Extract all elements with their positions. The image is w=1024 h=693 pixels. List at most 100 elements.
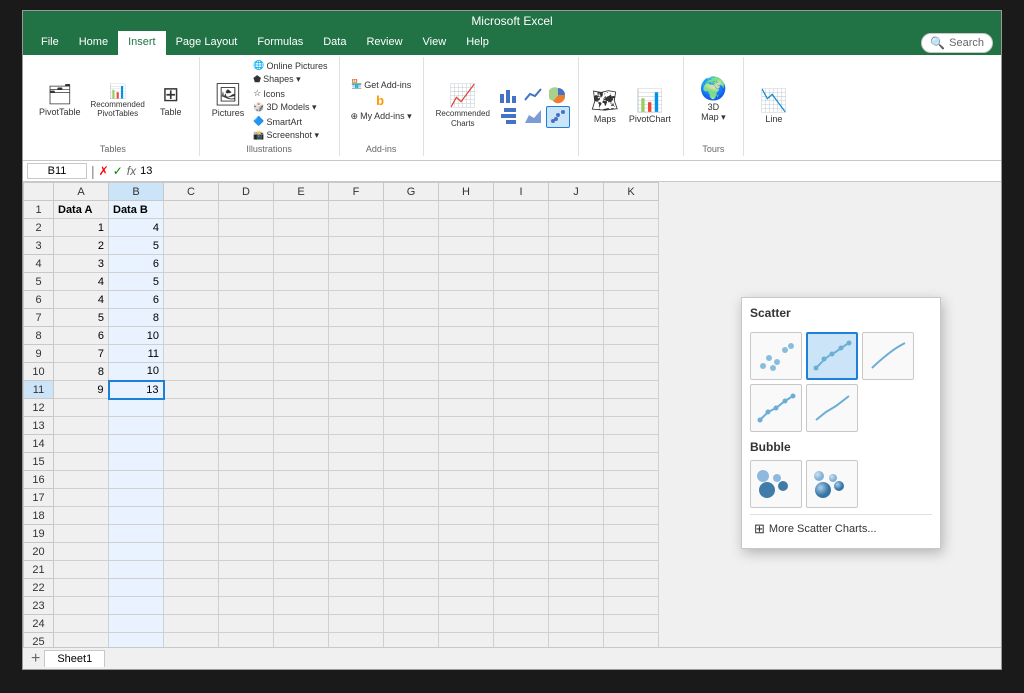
cell-r23-c7[interactable]	[439, 597, 494, 615]
cell-r11-c0[interactable]: 9	[54, 381, 109, 399]
cell-r19-c5[interactable]	[329, 525, 384, 543]
col-header-F[interactable]: F	[329, 183, 384, 201]
row-header-18[interactable]: 18	[24, 507, 54, 525]
cell-r2-c10[interactable]	[604, 219, 659, 237]
cell-r16-c10[interactable]	[604, 471, 659, 489]
tab-help[interactable]: Help	[456, 31, 499, 55]
cell-r15-c7[interactable]	[439, 453, 494, 471]
cell-r8-c9[interactable]	[549, 327, 604, 345]
tab-formulas[interactable]: Formulas	[247, 31, 313, 55]
cell-r9-c3[interactable]	[219, 345, 274, 363]
cell-r5-c7[interactable]	[439, 273, 494, 291]
cell-r11-c3[interactable]	[219, 381, 274, 399]
cell-r22-c5[interactable]	[329, 579, 384, 597]
cell-r6-c7[interactable]	[439, 291, 494, 309]
cell-r7-c0[interactable]: 5	[54, 309, 109, 327]
cell-r3-c9[interactable]	[549, 237, 604, 255]
cell-r18-c3[interactable]	[219, 507, 274, 525]
cell-r5-c4[interactable]	[274, 273, 329, 291]
scatter-smooth-markers-btn[interactable]	[806, 332, 858, 380]
cell-r14-c10[interactable]	[604, 435, 659, 453]
cell-r11-c7[interactable]	[439, 381, 494, 399]
cell-r2-c2[interactable]	[164, 219, 219, 237]
cell-r22-c4[interactable]	[274, 579, 329, 597]
cell-r13-c7[interactable]	[439, 417, 494, 435]
cell-r4-c1[interactable]: 6	[109, 255, 164, 273]
cell-r1-c9[interactable]	[549, 201, 604, 219]
cell-r1-c6[interactable]	[384, 201, 439, 219]
row-header-19[interactable]: 19	[24, 525, 54, 543]
col-header-A[interactable]: A	[54, 183, 109, 201]
cell-r9-c10[interactable]	[604, 345, 659, 363]
cell-r4-c4[interactable]	[274, 255, 329, 273]
cell-r22-c1[interactable]	[109, 579, 164, 597]
cell-r8-c8[interactable]	[494, 327, 549, 345]
tab-view[interactable]: View	[413, 31, 457, 55]
cell-r23-c3[interactable]	[219, 597, 274, 615]
cell-r4-c3[interactable]	[219, 255, 274, 273]
cell-r3-c1[interactable]: 5	[109, 237, 164, 255]
cell-r8-c2[interactable]	[164, 327, 219, 345]
cell-r3-c2[interactable]	[164, 237, 219, 255]
cell-r21-c2[interactable]	[164, 561, 219, 579]
col-header-H[interactable]: H	[439, 183, 494, 201]
cell-r17-c3[interactable]	[219, 489, 274, 507]
cell-r5-c5[interactable]	[329, 273, 384, 291]
cell-r5-c3[interactable]	[219, 273, 274, 291]
cell-r8-c3[interactable]	[219, 327, 274, 345]
cell-r17-c4[interactable]	[274, 489, 329, 507]
cell-r10-c5[interactable]	[329, 363, 384, 381]
cell-r7-c4[interactable]	[274, 309, 329, 327]
cell-r15-c3[interactable]	[219, 453, 274, 471]
cell-r1-c4[interactable]	[274, 201, 329, 219]
cell-r3-c10[interactable]	[604, 237, 659, 255]
pictures-button[interactable]: 🖼 Pictures	[208, 82, 249, 120]
cell-r20-c9[interactable]	[549, 543, 604, 561]
cell-r13-c8[interactable]	[494, 417, 549, 435]
cell-r17-c2[interactable]	[164, 489, 219, 507]
cell-r15-c6[interactable]	[384, 453, 439, 471]
cell-r21-c4[interactable]	[274, 561, 329, 579]
cell-r12-c5[interactable]	[329, 399, 384, 417]
maps-button[interactable]: 🗺 Maps	[587, 88, 623, 126]
cell-r19-c8[interactable]	[494, 525, 549, 543]
cell-r16-c6[interactable]	[384, 471, 439, 489]
cell-r20-c3[interactable]	[219, 543, 274, 561]
row-header-6[interactable]: 6	[24, 291, 54, 309]
bar-chart-button[interactable]	[496, 106, 520, 128]
cell-r6-c4[interactable]	[274, 291, 329, 309]
search-label[interactable]: Search	[949, 37, 984, 49]
cell-r22-c9[interactable]	[549, 579, 604, 597]
cell-r25-c3[interactable]	[219, 633, 274, 648]
formula-input[interactable]	[140, 165, 997, 177]
cell-r19-c9[interactable]	[549, 525, 604, 543]
cell-r5-c8[interactable]	[494, 273, 549, 291]
cell-r13-c9[interactable]	[549, 417, 604, 435]
pivot-table-button[interactable]: 🗂 PivotTable	[35, 83, 85, 119]
cell-r25-c6[interactable]	[384, 633, 439, 648]
bubble-chart-btn[interactable]	[750, 460, 802, 508]
my-addins-button[interactable]: ⊕ My Add-ins ▾	[348, 110, 415, 123]
cell-r25-c2[interactable]	[164, 633, 219, 648]
cell-r20-c8[interactable]	[494, 543, 549, 561]
cell-r23-c2[interactable]	[164, 597, 219, 615]
cell-r10-c8[interactable]	[494, 363, 549, 381]
cell-r5-c2[interactable]	[164, 273, 219, 291]
cell-r18-c9[interactable]	[549, 507, 604, 525]
cell-r15-c0[interactable]	[54, 453, 109, 471]
cell-r15-c4[interactable]	[274, 453, 329, 471]
cell-r16-c8[interactable]	[494, 471, 549, 489]
col-header-D[interactable]: D	[219, 183, 274, 201]
cell-r1-c0[interactable]: Data A	[54, 201, 109, 219]
cell-r12-c10[interactable]	[604, 399, 659, 417]
3d-map-button[interactable]: 🌍 3DMap ▾	[693, 76, 733, 125]
cell-r8-c4[interactable]	[274, 327, 329, 345]
cell-r22-c8[interactable]	[494, 579, 549, 597]
row-header-1[interactable]: 1	[24, 201, 54, 219]
line-chart-button[interactable]	[521, 85, 545, 105]
cell-r17-c10[interactable]	[604, 489, 659, 507]
cell-r19-c1[interactable]	[109, 525, 164, 543]
cell-r16-c5[interactable]	[329, 471, 384, 489]
cell-r22-c6[interactable]	[384, 579, 439, 597]
cell-r13-c2[interactable]	[164, 417, 219, 435]
